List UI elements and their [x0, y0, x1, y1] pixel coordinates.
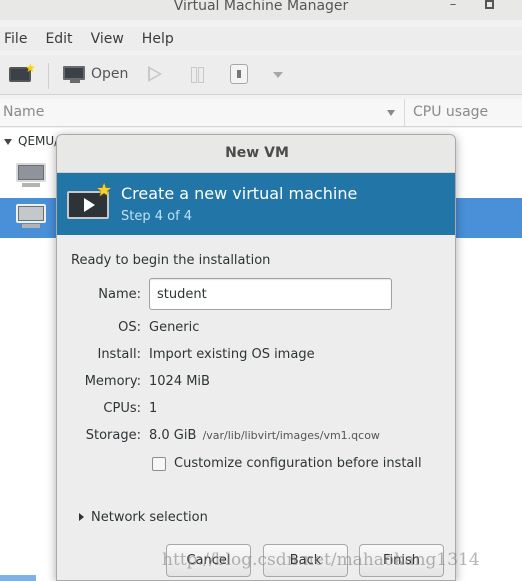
banner-title: Create a new virtual machine	[121, 184, 358, 203]
cpus-label: CPUs:	[103, 401, 141, 416]
memory-label: Memory:	[84, 374, 141, 389]
connection-label[interactable]: QEMU/	[18, 134, 58, 148]
power-icon[interactable]	[230, 64, 248, 84]
install-label: Install:	[97, 347, 141, 362]
menu-edit[interactable]: Edit	[45, 31, 72, 47]
new-vm-dialog: New VM ★ Create a new virtual machine St…	[56, 134, 456, 581]
monitor-icon[interactable]	[63, 66, 86, 84]
column-divider	[404, 99, 405, 127]
dropdown-arrow-icon[interactable]	[273, 72, 283, 78]
window-titlebar: Virtual Machine Manager –	[0, 0, 522, 20]
menu-view[interactable]: View	[91, 31, 124, 47]
name-label: Name:	[98, 287, 141, 302]
vm-monitor-icon	[16, 163, 46, 189]
vm-list-header: Name CPU usage	[0, 99, 522, 127]
column-cpu-usage[interactable]: CPU usage	[413, 104, 488, 120]
new-vm-banner-icon: ★	[67, 180, 112, 225]
os-label: OS:	[118, 320, 141, 335]
minimize-icon[interactable]: –	[446, 0, 460, 12]
dialog-title: New VM	[225, 145, 289, 161]
column-name[interactable]: Name	[3, 104, 44, 120]
pause-icon[interactable]	[191, 67, 204, 83]
toolbar-separator	[48, 63, 49, 89]
install-value: Import existing OS image	[149, 347, 315, 362]
ready-text: Ready to begin the installation	[71, 253, 271, 268]
dialog-titlebar: New VM	[57, 135, 455, 173]
toolbar: ★ Open	[0, 55, 522, 95]
storage-label: Storage:	[85, 428, 141, 443]
customize-checkbox[interactable]	[152, 457, 166, 471]
banner-step: Step 4 of 4	[121, 209, 193, 224]
sort-arrow-icon[interactable]	[387, 110, 395, 116]
name-input[interactable]	[149, 278, 392, 310]
menubar: File Edit View Help	[0, 27, 522, 51]
storage-path: /var/lib/libvirt/images/vm1.qcow	[202, 429, 380, 442]
play-icon[interactable]	[148, 66, 162, 82]
back-button[interactable]: Back	[263, 544, 348, 577]
window-title: Virtual Machine Manager	[173, 0, 349, 14]
os-value: Generic	[149, 320, 200, 335]
network-selection-expander[interactable]: Network selection	[91, 510, 208, 525]
storage-size: 8.0 GiB	[149, 428, 197, 443]
dialog-banner: ★ Create a new virtual machine Step 4 of…	[57, 173, 455, 235]
finish-button[interactable]: Finish	[359, 544, 444, 577]
expander-arrow-icon[interactable]	[4, 139, 12, 145]
cpus-value: 1	[149, 401, 158, 416]
menu-file[interactable]: File	[4, 31, 27, 47]
open-button[interactable]: Open	[91, 66, 128, 82]
storage-value: 8.0 GiB /var/lib/libvirt/images/vm1.qcow	[149, 428, 380, 443]
status-strip	[0, 575, 36, 581]
expander-arrow-icon[interactable]	[79, 513, 84, 521]
customize-label[interactable]: Customize configuration before install	[174, 456, 422, 471]
menu-help[interactable]: Help	[142, 31, 174, 47]
vm-monitor-icon	[16, 204, 46, 230]
maximize-icon[interactable]	[482, 0, 496, 12]
memory-value: 1024 MiB	[149, 374, 210, 389]
new-vm-icon[interactable]: ★	[9, 61, 36, 86]
cancel-button[interactable]: Cancel	[166, 544, 251, 577]
